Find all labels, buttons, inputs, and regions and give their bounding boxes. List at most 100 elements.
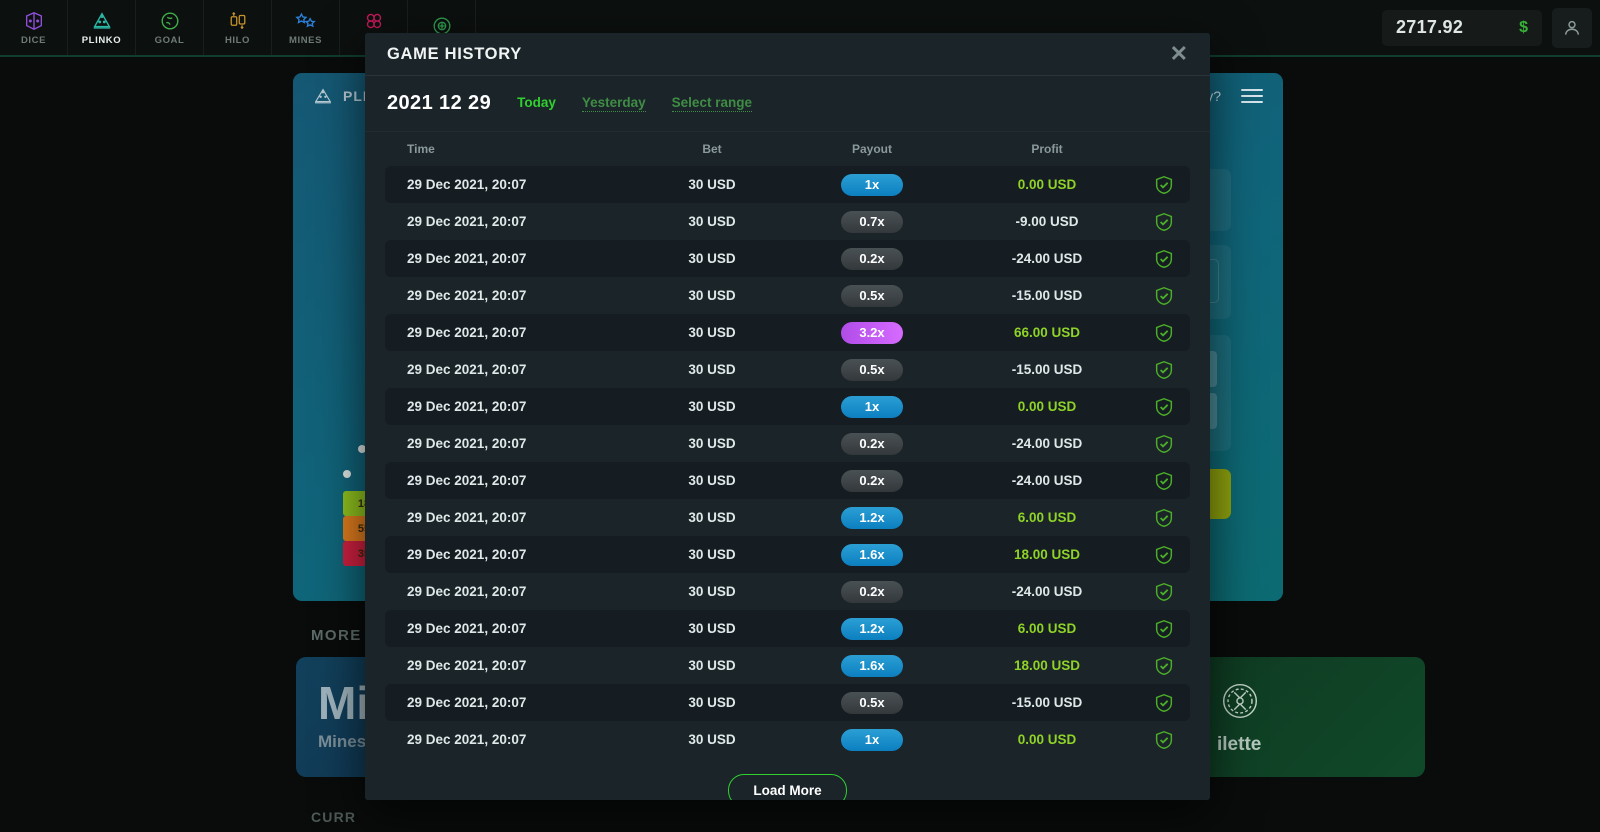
shield-check-icon — [1155, 693, 1172, 712]
cell-payout: 0.2x — [787, 432, 957, 455]
table-row[interactable]: 29 Dec 2021, 20:07 30 USD 1.2x 6.00 USD — [385, 499, 1190, 536]
cell-payout: 0.5x — [787, 284, 957, 307]
table-row[interactable]: 29 Dec 2021, 20:07 30 USD 0.2x -24.00 USD — [385, 240, 1190, 277]
shield-check-icon — [1155, 397, 1172, 416]
cell-verify[interactable] — [1137, 322, 1190, 344]
cell-verify[interactable] — [1137, 544, 1190, 566]
nav-item-dice[interactable]: DICE — [0, 0, 68, 55]
table-row[interactable]: 29 Dec 2021, 20:07 30 USD 0.5x -15.00 USD — [385, 277, 1190, 314]
column-header-bet: Bet — [702, 142, 722, 156]
cell-verify[interactable] — [1137, 581, 1190, 603]
table-row[interactable]: 29 Dec 2021, 20:07 30 USD 1.6x 18.00 USD — [385, 536, 1190, 573]
table-row[interactable]: 29 Dec 2021, 20:07 30 USD 0.2x -24.00 USD — [385, 462, 1190, 499]
history-table-scroll[interactable]: Time Bet Payout Profit 29 Dec 2021, 20:0… — [365, 132, 1210, 800]
current-section-label: CURR — [311, 809, 357, 825]
cell-time: 29 Dec 2021, 20:07 — [407, 214, 527, 229]
payout-badge: 0.5x — [841, 358, 903, 381]
cell-verify[interactable] — [1137, 248, 1190, 270]
cell-verify[interactable] — [1137, 507, 1190, 529]
cell-bet: 30 USD — [688, 362, 736, 377]
cell-bet: 30 USD — [688, 547, 736, 562]
cell-profit: 18.00 USD — [1013, 547, 1081, 562]
cell-profit: 6.00 USD — [1017, 621, 1077, 636]
nav-item-label: HILO — [224, 34, 251, 46]
payout-badge: 1.6x — [841, 654, 903, 677]
payout-badge: 1x — [841, 395, 903, 418]
cell-profit: -9.00 USD — [1015, 214, 1079, 229]
cell-payout: 0.7x — [787, 210, 957, 233]
table-row[interactable]: 29 Dec 2021, 20:07 30 USD 0.2x -24.00 USD — [385, 573, 1190, 610]
nav-item-label: PLINKO — [81, 34, 122, 46]
cell-bet: 30 USD — [688, 177, 736, 192]
cell-verify[interactable] — [1137, 729, 1190, 751]
cell-profit: 0.00 USD — [1017, 399, 1077, 414]
shield-check-icon — [1155, 286, 1172, 305]
cell-payout: 1x — [787, 728, 957, 751]
cell-payout: 1.2x — [787, 506, 957, 529]
shield-check-icon — [1155, 545, 1172, 564]
date-filter-today[interactable]: Today — [517, 95, 556, 112]
game-tile-roulette[interactable]: ilette — [1195, 657, 1425, 777]
cell-bet: 30 USD — [688, 658, 736, 673]
cell-verify[interactable] — [1137, 655, 1190, 677]
cell-payout: 1x — [787, 173, 957, 196]
cell-profit: 18.00 USD — [1013, 658, 1081, 673]
cell-profit: 66.00 USD — [1013, 325, 1081, 340]
table-row[interactable]: 29 Dec 2021, 20:07 30 USD 3.2x 66.00 USD — [385, 314, 1190, 351]
cell-verify[interactable] — [1137, 359, 1190, 381]
cell-time: 29 Dec 2021, 20:07 — [407, 732, 527, 747]
modal-header: GAME HISTORY ✕ — [365, 33, 1210, 76]
cell-verify[interactable] — [1137, 396, 1190, 418]
shield-check-icon — [1155, 656, 1172, 675]
date-filter-select-range[interactable]: Select range — [671, 95, 752, 112]
selected-date: 2021 12 29 — [387, 92, 492, 114]
table-row[interactable]: 29 Dec 2021, 20:07 30 USD 1.6x 18.00 USD — [385, 647, 1190, 684]
cell-bet: 30 USD — [688, 251, 736, 266]
payout-badge: 0.2x — [841, 432, 903, 455]
nav-item-label: DICE — [20, 34, 47, 46]
balance-display[interactable]: 2717.92 $ — [1382, 9, 1542, 46]
cell-profit: -24.00 USD — [1011, 436, 1083, 451]
table-row[interactable]: 29 Dec 2021, 20:07 30 USD 0.2x -24.00 USD — [385, 425, 1190, 462]
close-icon[interactable]: ✕ — [1170, 43, 1188, 65]
cell-payout: 1.6x — [787, 654, 957, 677]
cell-time: 29 Dec 2021, 20:07 — [407, 510, 527, 525]
load-more-button[interactable]: Load More — [728, 774, 847, 800]
nav-item-mines[interactable]: MINES — [272, 0, 340, 55]
user-avatar-button[interactable] — [1552, 7, 1592, 48]
nav-item-goal[interactable]: GOAL — [136, 0, 204, 55]
cell-verify[interactable] — [1137, 433, 1190, 455]
cell-bet: 30 USD — [688, 325, 736, 340]
table-row[interactable]: 29 Dec 2021, 20:07 30 USD 0.5x -15.00 USD — [385, 684, 1190, 721]
mines-icon — [294, 10, 318, 32]
nav-right-section: 2717.92 $ — [1382, 0, 1600, 55]
table-row[interactable]: 29 Dec 2021, 20:07 30 USD 1x 0.00 USD — [385, 166, 1190, 203]
hamburger-menu-icon[interactable] — [1241, 89, 1263, 103]
table-row[interactable]: 29 Dec 2021, 20:07 30 USD 1x 0.00 USD — [385, 721, 1190, 758]
shield-check-icon — [1155, 323, 1172, 342]
cell-verify[interactable] — [1137, 211, 1190, 233]
table-row[interactable]: 29 Dec 2021, 20:07 30 USD 1x 0.00 USD — [385, 388, 1190, 425]
cell-payout: 1.6x — [787, 543, 957, 566]
cell-time: 29 Dec 2021, 20:07 — [407, 584, 527, 599]
table-row[interactable]: 29 Dec 2021, 20:07 30 USD 0.5x -15.00 USD — [385, 351, 1190, 388]
nav-item-plinko[interactable]: PLINKO — [68, 0, 136, 55]
cell-bet: 30 USD — [688, 214, 736, 229]
payout-badge: 0.2x — [841, 247, 903, 270]
cell-bet: 30 USD — [688, 621, 736, 636]
cell-verify[interactable] — [1137, 618, 1190, 640]
cell-verify[interactable] — [1137, 470, 1190, 492]
cell-verify[interactable] — [1137, 692, 1190, 714]
payout-badge: 0.5x — [841, 691, 903, 714]
modal-title: GAME HISTORY — [387, 44, 522, 63]
cell-verify[interactable] — [1137, 174, 1190, 196]
plinko-icon — [91, 10, 113, 32]
table-row[interactable]: 29 Dec 2021, 20:07 30 USD 0.7x -9.00 USD — [385, 203, 1190, 240]
table-header-row: Time Bet Payout Profit — [385, 132, 1190, 166]
cell-profit: -24.00 USD — [1011, 584, 1083, 599]
table-row[interactable]: 29 Dec 2021, 20:07 30 USD 1.2x 6.00 USD — [385, 610, 1190, 647]
nav-item-hilo[interactable]: HILO — [204, 0, 272, 55]
date-filter-yesterday[interactable]: Yesterday — [581, 95, 646, 112]
cell-verify[interactable] — [1137, 285, 1190, 307]
payout-badge: 0.2x — [841, 580, 903, 603]
